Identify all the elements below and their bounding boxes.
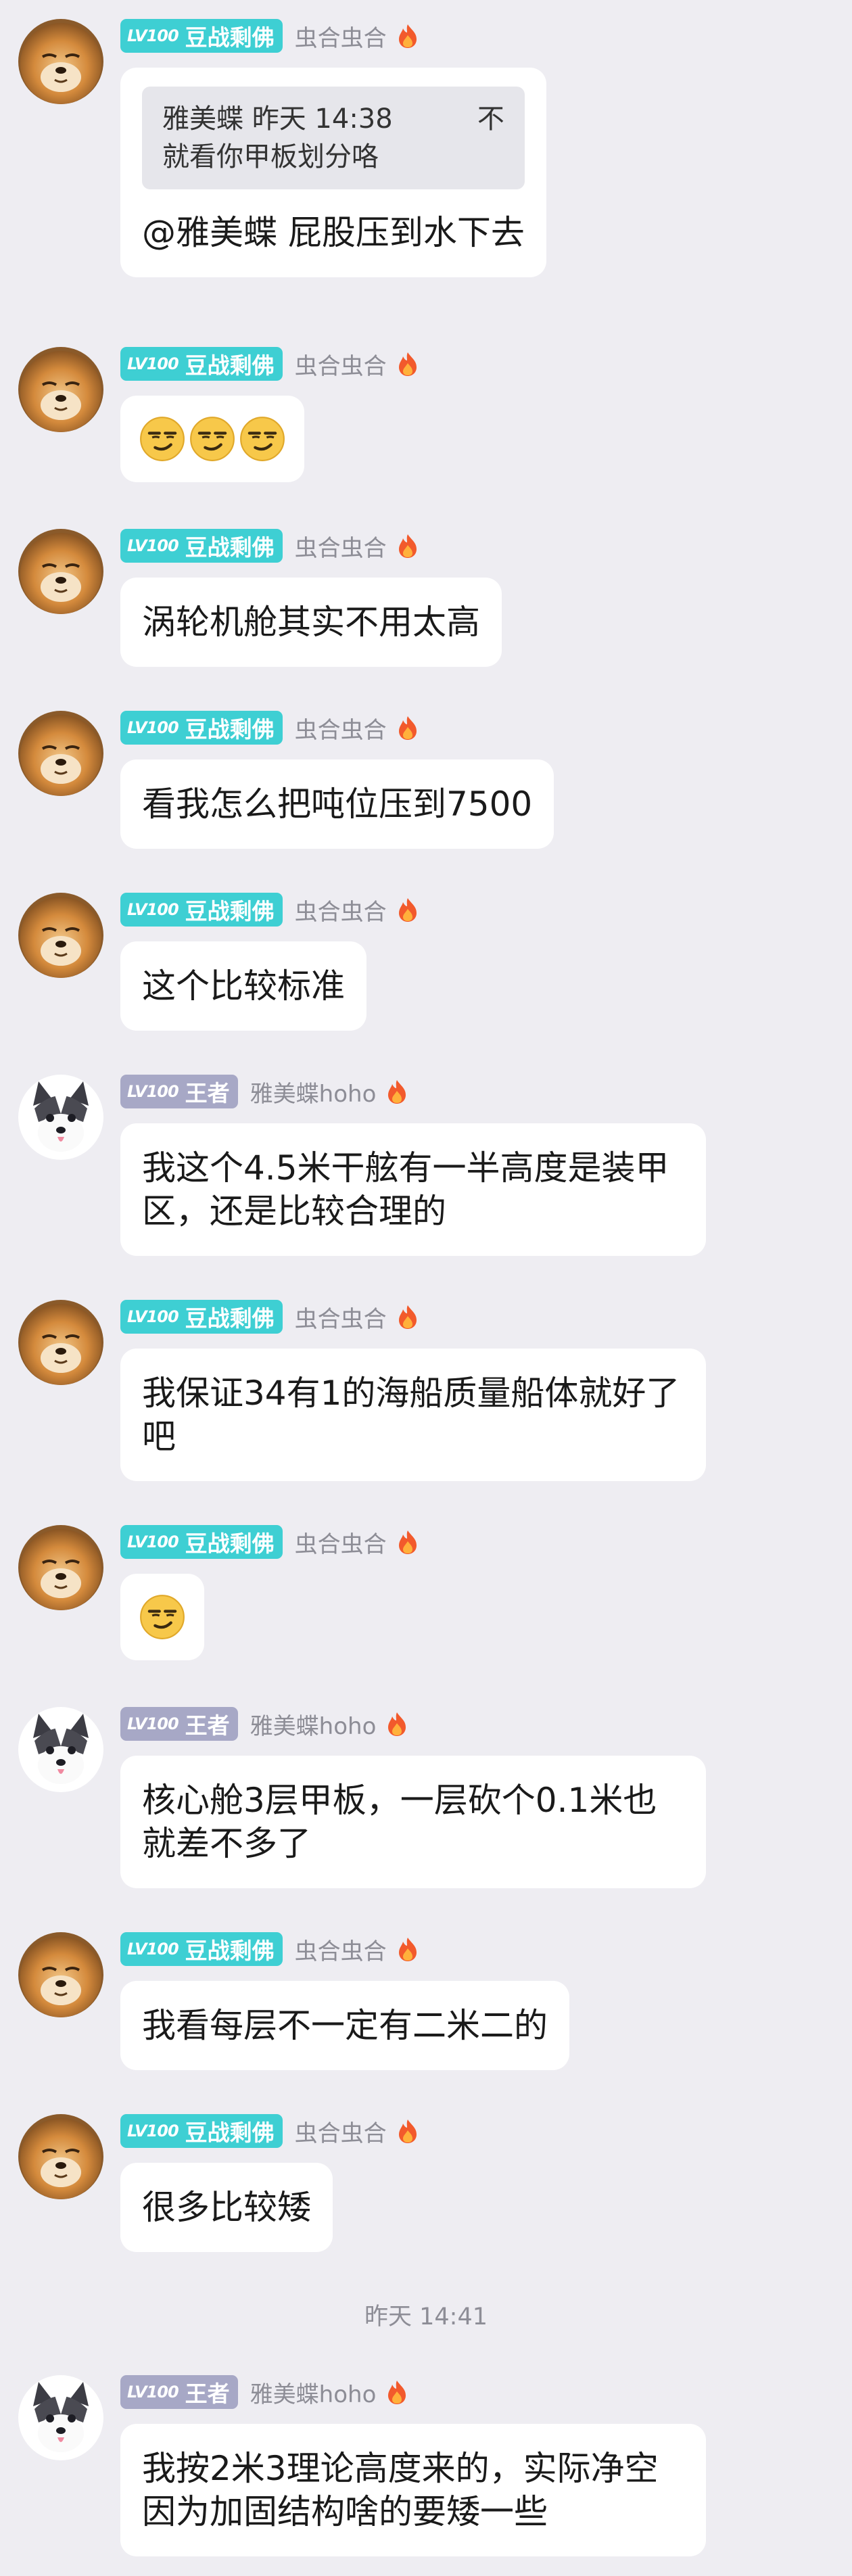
message-bubble[interactable]: 我保证34有1的海船质量船体就好了吧 [120,1349,706,1481]
level-badge: LV100 王者 [120,1075,238,1108]
sender-nickname[interactable]: 虫合虫合 [295,1301,387,1334]
flame-icon [396,715,419,741]
flame-icon [396,1304,419,1330]
sender-info: LV100 豆战剩佛 虫合虫合 [120,1300,419,1334]
level-badge: LV100 王者 [120,1707,238,1741]
sender-info: LV100 豆战剩佛 虫合虫合 [120,347,419,381]
smirk-emoji-icon [189,416,235,462]
level-badge: LV100 豆战剩佛 [120,19,283,53]
shiba-avatar[interactable] [18,1300,103,1385]
chat-history[interactable]: LV100 豆战剩佛 虫合虫合 雅美蝶 昨天 14:38 不 就看你甲板划分咯 @… [0,0,852,2576]
smirk-emoji-group [139,416,285,462]
quote-author: 雅美蝶 [162,103,243,135]
sender-info: LV100 王者 雅美蝶hoho [120,1075,408,1108]
shiba-avatar[interactable] [18,1932,103,2017]
sender-nickname[interactable]: 虫合虫合 [295,348,387,381]
shiba-avatar[interactable] [18,2114,103,2199]
level-badge: LV100 豆战剩佛 [120,893,283,927]
flame-icon [396,1936,419,1962]
shiba-avatar[interactable] [18,711,103,796]
flame-icon [396,1529,419,1555]
sender-info: LV100 豆战剩佛 虫合虫合 [120,1932,419,1966]
sender-info: LV100 王者 雅美蝶hoho [120,2375,408,2409]
shiba-avatar[interactable] [18,19,103,104]
sender-info: LV100 豆战剩佛 虫合虫合 [120,2114,419,2148]
quote-time: 昨天 14:38 [252,103,393,135]
quote-action: 不 [477,103,504,135]
sender-nickname[interactable]: 虫合虫合 [295,530,387,563]
message-bubble[interactable]: 我按2米3理论高度来的，实际净空因为加固结构啥的要矮一些 [120,2424,706,2556]
husky-avatar[interactable] [18,1707,103,1792]
sender-info: LV100 豆战剩佛 虫合虫合 [120,19,419,53]
quoted-message[interactable]: 雅美蝶 昨天 14:38 不 就看你甲板划分咯 [142,87,525,189]
time-divider: 昨天 14:41 [364,2303,488,2331]
sender-info: LV100 王者 雅美蝶hoho [120,1707,408,1741]
sender-nickname[interactable]: 虫合虫合 [295,711,387,745]
flame-icon [396,2118,419,2144]
sender-info: LV100 豆战剩佛 虫合虫合 [120,711,419,745]
sender-nickname[interactable]: 虫合虫合 [295,1933,387,1966]
quote-text: 就看你甲板划分咯 [162,141,379,172]
sender-info: LV100 豆战剩佛 虫合虫合 [120,529,419,563]
message-bubble[interactable]: 我这个4.5米干舷有一半高度是装甲区，还是比较合理的 [120,1123,706,1256]
flame-icon [385,2379,408,2405]
husky-avatar[interactable] [18,2375,103,2460]
message-bubble[interactable]: 涡轮机舱其实不用太高 [120,578,502,667]
message-bubble[interactable]: 很多比较矮 [120,2163,333,2252]
sender-nickname[interactable]: 雅美蝶hoho [250,1708,377,1741]
shiba-avatar[interactable] [18,1525,103,1610]
message-bubble[interactable]: 我看每层不一定有二米二的 [120,1981,569,2070]
flame-icon [396,23,419,49]
shiba-avatar[interactable] [18,347,103,432]
level-badge: LV100 王者 [120,2375,238,2409]
level-badge: LV100 豆战剩佛 [120,529,283,563]
message-bubble[interactable] [120,1574,204,1660]
sender-nickname[interactable]: 虫合虫合 [295,893,387,927]
level-badge: LV100 豆战剩佛 [120,2114,283,2148]
husky-avatar[interactable] [18,1075,103,1160]
sender-nickname[interactable]: 虫合虫合 [295,20,387,53]
smirk-emoji-icon [139,1594,185,1640]
message-bubble[interactable]: 雅美蝶 昨天 14:38 不 就看你甲板划分咯 @雅美蝶 屁股压到水下去 [120,68,546,277]
level-badge: LV100 豆战剩佛 [120,1300,283,1334]
flame-icon [385,1711,408,1737]
sender-info: LV100 豆战剩佛 虫合虫合 [120,1525,419,1559]
level-badge: LV100 豆战剩佛 [120,711,283,745]
sender-info: LV100 豆战剩佛 虫合虫合 [120,893,419,927]
level-badge: LV100 豆战剩佛 [120,1932,283,1966]
smirk-emoji-icon [239,416,285,462]
message-bubble[interactable]: 看我怎么把吨位压到7500 [120,759,554,849]
sender-nickname[interactable]: 雅美蝶hoho [250,1075,377,1108]
sender-nickname[interactable]: 虫合虫合 [295,1526,387,1559]
message-bubble[interactable] [120,396,304,482]
shiba-avatar[interactable] [18,529,103,614]
flame-icon [385,1079,408,1104]
shiba-avatar[interactable] [18,893,103,978]
message-bubble[interactable]: 这个比较标准 [120,941,366,1031]
level-badge: LV100 豆战剩佛 [120,347,283,381]
message-text: @雅美蝶 屁股压到水下去 [142,213,525,252]
flame-icon [396,897,419,922]
message-bubble[interactable]: 核心舱3层甲板，一层砍个0.1米也就差不多了 [120,1756,706,1888]
smirk-emoji-icon [139,416,185,462]
sender-nickname[interactable]: 虫合虫合 [295,2115,387,2148]
smirk-emoji-group [139,1594,185,1640]
sender-nickname[interactable]: 雅美蝶hoho [250,2376,377,2409]
flame-icon [396,351,419,377]
level-badge: LV100 豆战剩佛 [120,1525,283,1559]
flame-icon [396,533,419,559]
